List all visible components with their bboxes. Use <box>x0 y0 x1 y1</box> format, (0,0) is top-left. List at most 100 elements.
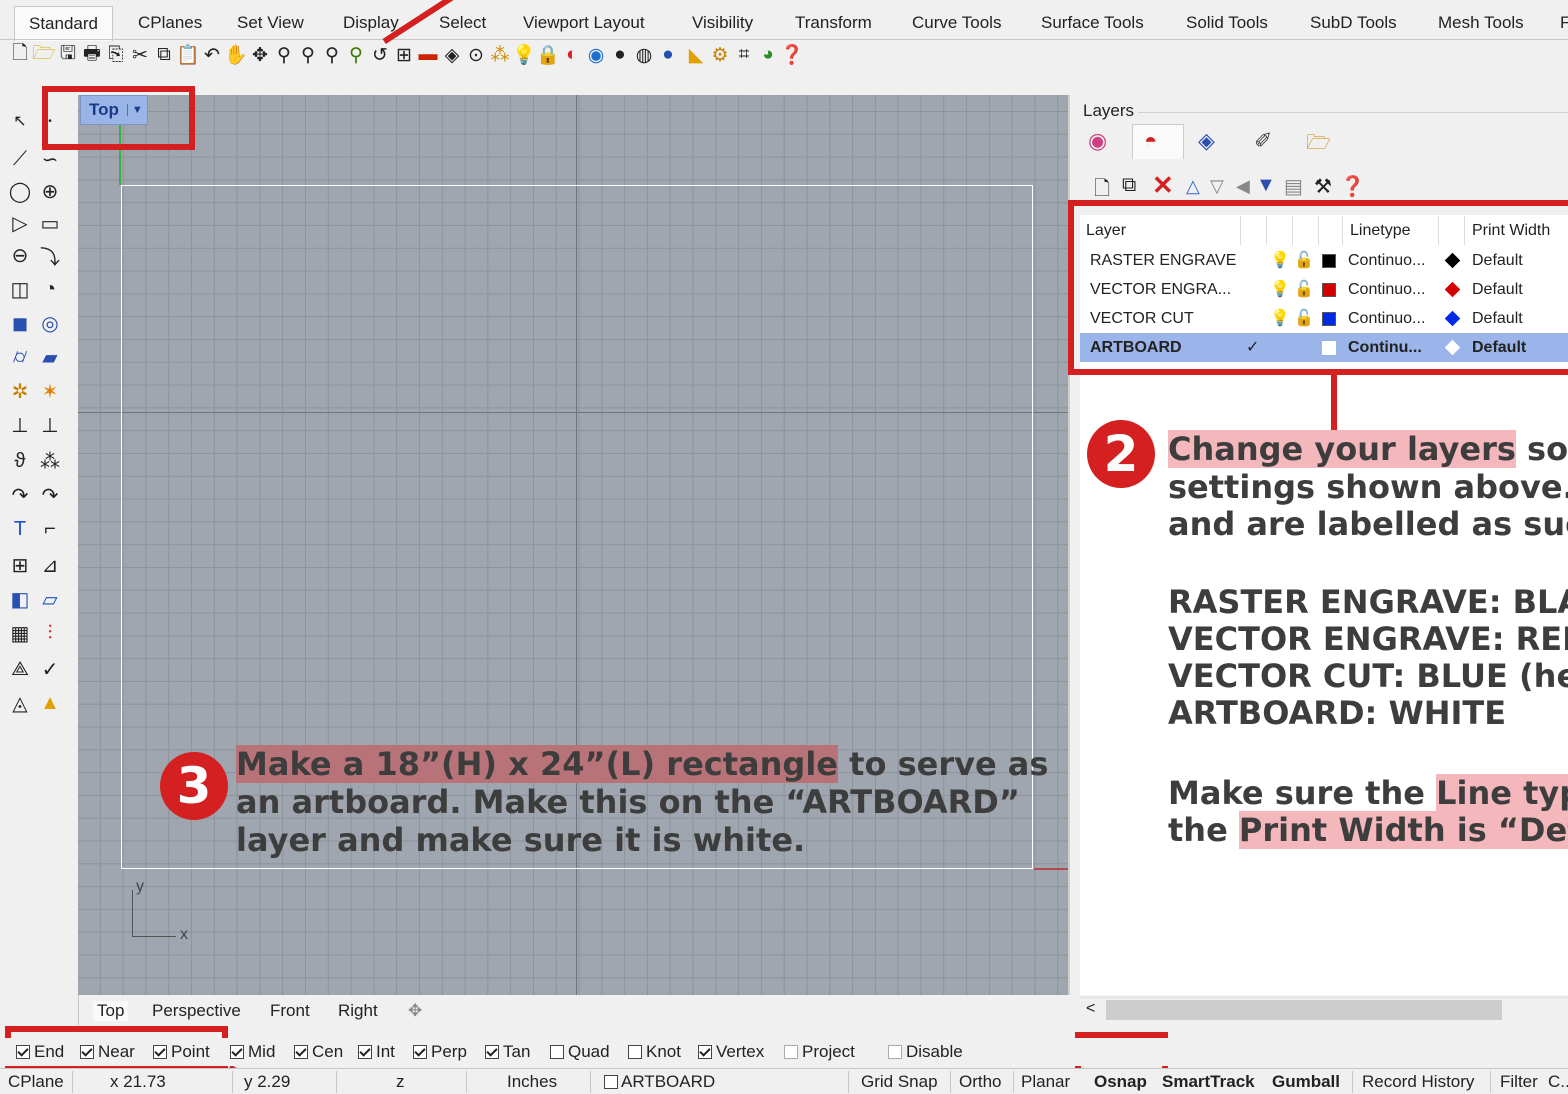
undo-icon[interactable]: ↶ <box>200 42 224 68</box>
color-wheel-icon[interactable]: ◉ <box>584 42 608 68</box>
zoom-icon[interactable]: ⚲ <box>272 42 296 68</box>
osnap-cen[interactable]: Cen <box>294 1042 343 1062</box>
cplane-icon[interactable]: ◈ <box>440 42 464 68</box>
checkbox-icon[interactable] <box>153 1045 167 1059</box>
tab-transform[interactable]: Transform <box>795 8 872 38</box>
osnap-knot[interactable]: Knot <box>628 1042 681 1062</box>
fillet-icon[interactable]: ↷ <box>36 481 64 509</box>
osnap-vertex[interactable]: Vertex <box>698 1042 764 1062</box>
render-tools-icon[interactable]: ⏥ <box>36 585 64 613</box>
options-icon[interactable]: ⚙ <box>708 42 732 68</box>
properties-icon[interactable]: ◈ <box>1198 128 1215 154</box>
status-cplane[interactable]: CPlane <box>8 1072 64 1092</box>
tools-icon[interactable]: ⚒ <box>1314 174 1332 199</box>
move-down-icon[interactable]: ▽ <box>1210 176 1224 197</box>
check-icon[interactable]: ✓ <box>36 655 64 683</box>
box-icon[interactable]: ◼ <box>6 309 34 337</box>
status-planar[interactable]: Planar <box>1021 1072 1070 1092</box>
tab-mesh-tools[interactable]: Mesh Tools <box>1438 8 1524 38</box>
color-wheel-icon[interactable]: ◉ <box>1088 128 1107 154</box>
join-icon[interactable]: ϑ <box>6 447 34 475</box>
trim-icon[interactable]: ⊥ <box>6 411 34 439</box>
ellipse-icon[interactable]: ⊕ <box>36 177 64 205</box>
horizontal-scrollbar[interactable]: < <box>1080 997 1568 1024</box>
polyline-icon[interactable]: ⟋ <box>6 145 34 173</box>
render-icon[interactable]: ● <box>656 42 680 68</box>
zoom-selected-icon[interactable]: ⚲ <box>344 42 368 68</box>
save-icon[interactable]: 🖫 <box>56 42 80 68</box>
checkbox-icon[interactable] <box>628 1045 642 1059</box>
pen-icon[interactable]: ✐ <box>1254 128 1272 154</box>
status-filter[interactable]: Filter <box>1500 1072 1538 1092</box>
status-grid-snap[interactable]: Grid Snap <box>861 1072 938 1092</box>
status-record-history[interactable]: Record History <box>1362 1072 1474 1092</box>
select-arrow-icon[interactable]: ↖ <box>6 107 34 135</box>
tab-visibility[interactable]: Visibility <box>692 8 753 38</box>
viewport-tab-top[interactable]: Top <box>93 1001 129 1021</box>
boolean-icon[interactable]: ◎ <box>36 309 64 337</box>
circle-icon[interactable]: ◯ <box>6 177 34 205</box>
shaded-icon[interactable]: ● <box>608 42 632 68</box>
mesh-tools-icon[interactable]: ◬ <box>6 689 34 717</box>
lights-icon[interactable]: ▲ <box>36 689 64 717</box>
tab-set-view[interactable]: Set View <box>237 8 304 38</box>
paste-icon[interactable]: 📋 <box>176 42 200 68</box>
osnap-int[interactable]: Int <box>358 1042 395 1062</box>
tab-viewport-layout[interactable]: Viewport Layout <box>523 8 645 38</box>
help-icon[interactable]: ❓ <box>1340 174 1365 199</box>
checkbox-icon[interactable] <box>550 1045 564 1059</box>
status-osnap[interactable]: Osnap <box>1094 1072 1147 1092</box>
help-icon[interactable]: ❓ <box>780 42 804 68</box>
arc-icon[interactable]: ▷ <box>6 209 34 237</box>
osnap-quad[interactable]: Quad <box>550 1042 610 1062</box>
status-ortho[interactable]: Ortho <box>959 1072 1002 1092</box>
osnap-end[interactable]: End <box>16 1042 64 1062</box>
folder-icon[interactable]: 🗁 <box>1306 128 1331 162</box>
dimension-icon[interactable]: ⌐ <box>36 515 64 543</box>
tab-cplanes[interactable]: CPlanes <box>138 8 202 38</box>
polygon-icon[interactable]: ⊖ <box>6 241 34 269</box>
offset-icon[interactable]: ↷ <box>6 481 34 509</box>
osnap-disable[interactable]: Disable <box>888 1042 963 1062</box>
undo-view-icon[interactable]: ↺ <box>368 42 392 68</box>
light-bulb-icon[interactable]: 💡 <box>512 42 536 68</box>
tab-surface-tools[interactable]: Surface Tools <box>1041 8 1144 38</box>
osnap-project[interactable]: Project <box>784 1042 855 1062</box>
zoom-extents-icon[interactable]: ⚲ <box>320 42 344 68</box>
explode-icon[interactable]: ✶ <box>36 377 64 405</box>
cut-icon[interactable]: ✂ <box>128 42 152 68</box>
zoom-window-icon[interactable]: ⚲ <box>296 42 320 68</box>
analyze-icon[interactable]: ◧ <box>6 585 34 613</box>
web-icon[interactable]: ◕ <box>756 42 780 68</box>
tab-solid-tools[interactable]: Solid Tools <box>1186 8 1268 38</box>
osnap-point[interactable]: Point <box>153 1042 210 1062</box>
rectangle-icon[interactable]: ▭ <box>36 209 64 237</box>
layers-icon[interactable]: ◐ <box>560 42 584 68</box>
checkbox-icon[interactable] <box>888 1045 902 1059</box>
select-icon[interactable]: ⊙ <box>464 42 488 68</box>
osnap-mid[interactable]: Mid <box>230 1042 275 1062</box>
surface-icon[interactable]: ◫ <box>6 275 34 303</box>
status-layer[interactable]: ARTBOARD <box>604 1072 715 1092</box>
checkbox-icon[interactable] <box>80 1045 94 1059</box>
viewport-tab-front[interactable]: Front <box>270 1001 310 1021</box>
checkbox-icon[interactable] <box>16 1045 30 1059</box>
status-units[interactable]: Inches <box>507 1072 557 1092</box>
layers-tab[interactable] <box>1132 124 1184 159</box>
tab-curve-tools[interactable]: Curve Tools <box>912 8 1001 38</box>
print-icon[interactable]: 🖶 <box>80 42 104 68</box>
loft-icon[interactable]: ◔ <box>36 275 64 303</box>
checkbox-icon[interactable] <box>294 1045 308 1059</box>
text-icon[interactable]: T <box>6 515 34 543</box>
rotate-view-icon[interactable]: ✥ <box>248 42 272 68</box>
lock-icon[interactable]: 🔒 <box>536 42 560 68</box>
import-icon[interactable]: ⎘ <box>104 42 128 68</box>
four-viewports-icon[interactable]: ⊞ <box>392 42 416 68</box>
new-sublayer-icon[interactable]: ⧉ <box>1122 174 1136 197</box>
fillet-curve-icon[interactable]: ⤵ <box>36 241 64 269</box>
checkbox-icon[interactable] <box>784 1045 798 1059</box>
light-icon[interactable]: ◣ <box>684 42 708 68</box>
move-out-icon[interactable]: ◀ <box>1236 176 1250 197</box>
checkbox-icon[interactable] <box>413 1045 427 1059</box>
osnap-perp[interactable]: Perp <box>413 1042 467 1062</box>
